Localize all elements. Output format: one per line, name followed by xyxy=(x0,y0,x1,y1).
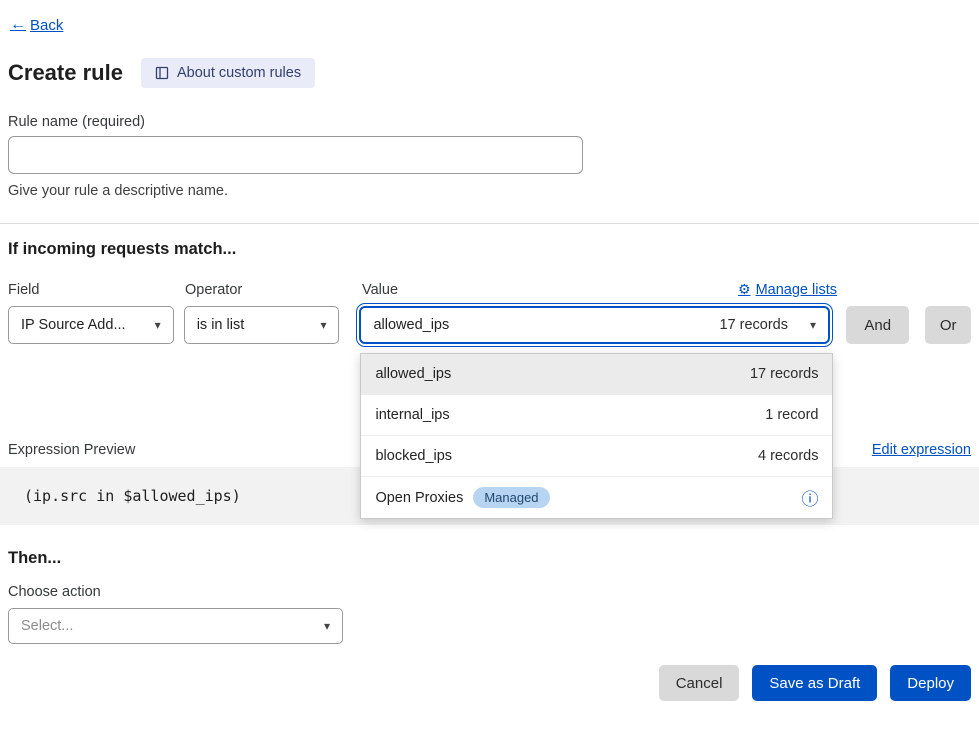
operator-label: Operator xyxy=(185,282,342,298)
list-option-blocked-ips[interactable]: blocked_ips 4 records xyxy=(361,436,832,477)
list-option-meta: 1 record xyxy=(765,407,818,423)
match-section-heading: If incoming requests match... xyxy=(8,240,971,259)
choose-action-label: Choose action xyxy=(8,584,971,600)
value-select-name: allowed_ips xyxy=(373,317,719,333)
rule-name-input[interactable] xyxy=(8,136,583,174)
operator-select[interactable]: is in list ▾ xyxy=(184,306,340,344)
manage-lists-label: Manage lists xyxy=(756,282,837,298)
expression-code: (ip.src in $allowed_ips) xyxy=(24,487,241,505)
list-option-name: internal_ips xyxy=(375,407,449,423)
title-row: Create rule About custom rules xyxy=(8,58,971,88)
chevron-down-icon: ▾ xyxy=(155,318,161,332)
match-selects-row: IP Source Add... ▾ is in list ▾ allowed_… xyxy=(8,306,971,344)
list-option-internal-ips[interactable]: internal_ips 1 record xyxy=(361,395,832,436)
action-select[interactable]: Select... ▾ xyxy=(8,608,343,644)
manage-lists-link[interactable]: ⚙ Manage lists xyxy=(738,281,837,298)
book-icon xyxy=(155,66,169,80)
field-label: Field xyxy=(8,282,175,298)
rule-name-label: Rule name (required) xyxy=(8,114,971,130)
chevron-down-icon: ▾ xyxy=(810,318,816,332)
action-select-placeholder: Select... xyxy=(21,618,73,634)
page-title: Create rule xyxy=(8,60,123,86)
edit-expression-link[interactable]: Edit expression xyxy=(872,442,971,458)
list-option-name: allowed_ips xyxy=(375,366,451,382)
chevron-down-icon: ▾ xyxy=(324,619,330,633)
list-option-meta: 17 records xyxy=(750,366,819,382)
deploy-button[interactable]: Deploy xyxy=(890,665,971,701)
list-option-name: blocked_ips xyxy=(375,448,452,464)
rule-name-help: Give your rule a descriptive name. xyxy=(8,183,971,199)
field-select-value: IP Source Add... xyxy=(21,317,126,333)
back-arrow-icon: ← xyxy=(10,16,26,34)
chevron-down-icon: ▾ xyxy=(320,318,326,332)
cancel-button[interactable]: Cancel xyxy=(659,665,740,701)
create-rule-page: ← Back Create rule About custom rules Ru… xyxy=(0,0,979,739)
back-label: Back xyxy=(30,17,63,34)
save-as-draft-button[interactable]: Save as Draft xyxy=(752,665,877,701)
gear-icon: ⚙ xyxy=(738,281,751,298)
or-button[interactable]: Or xyxy=(925,306,971,344)
footer-actions: Cancel Save as Draft Deploy xyxy=(8,665,971,701)
list-option-allowed-ips[interactable]: allowed_ips 17 records xyxy=(361,354,832,395)
list-option-name: Open Proxies xyxy=(375,490,463,506)
then-section-heading: Then... xyxy=(8,549,971,568)
about-custom-rules-link[interactable]: About custom rules xyxy=(141,58,315,88)
about-custom-rules-label: About custom rules xyxy=(177,65,301,81)
back-link[interactable]: ← Back xyxy=(10,16,63,34)
value-select-wrap: allowed_ips 17 records ▾ allowed_ips 17 … xyxy=(359,306,830,344)
and-button[interactable]: And xyxy=(846,306,909,344)
list-option-open-proxies[interactable]: Open Proxies Managed ⓘ xyxy=(361,477,832,518)
value-label: Value xyxy=(362,282,398,298)
value-select-meta: 17 records xyxy=(719,317,788,333)
expression-preview-label: Expression Preview xyxy=(8,442,135,458)
field-select[interactable]: IP Source Add... ▾ xyxy=(8,306,174,344)
value-dropdown: allowed_ips 17 records internal_ips 1 re… xyxy=(360,353,833,519)
operator-select-value: is in list xyxy=(197,317,245,333)
match-labels-row: Field Operator Value ⚙ Manage lists xyxy=(8,281,971,298)
section-divider xyxy=(0,223,979,224)
value-select[interactable]: allowed_ips 17 records ▾ xyxy=(359,306,830,344)
managed-badge: Managed xyxy=(473,487,549,508)
info-icon[interactable]: ⓘ xyxy=(801,485,818,510)
list-option-meta: 4 records xyxy=(758,448,818,464)
